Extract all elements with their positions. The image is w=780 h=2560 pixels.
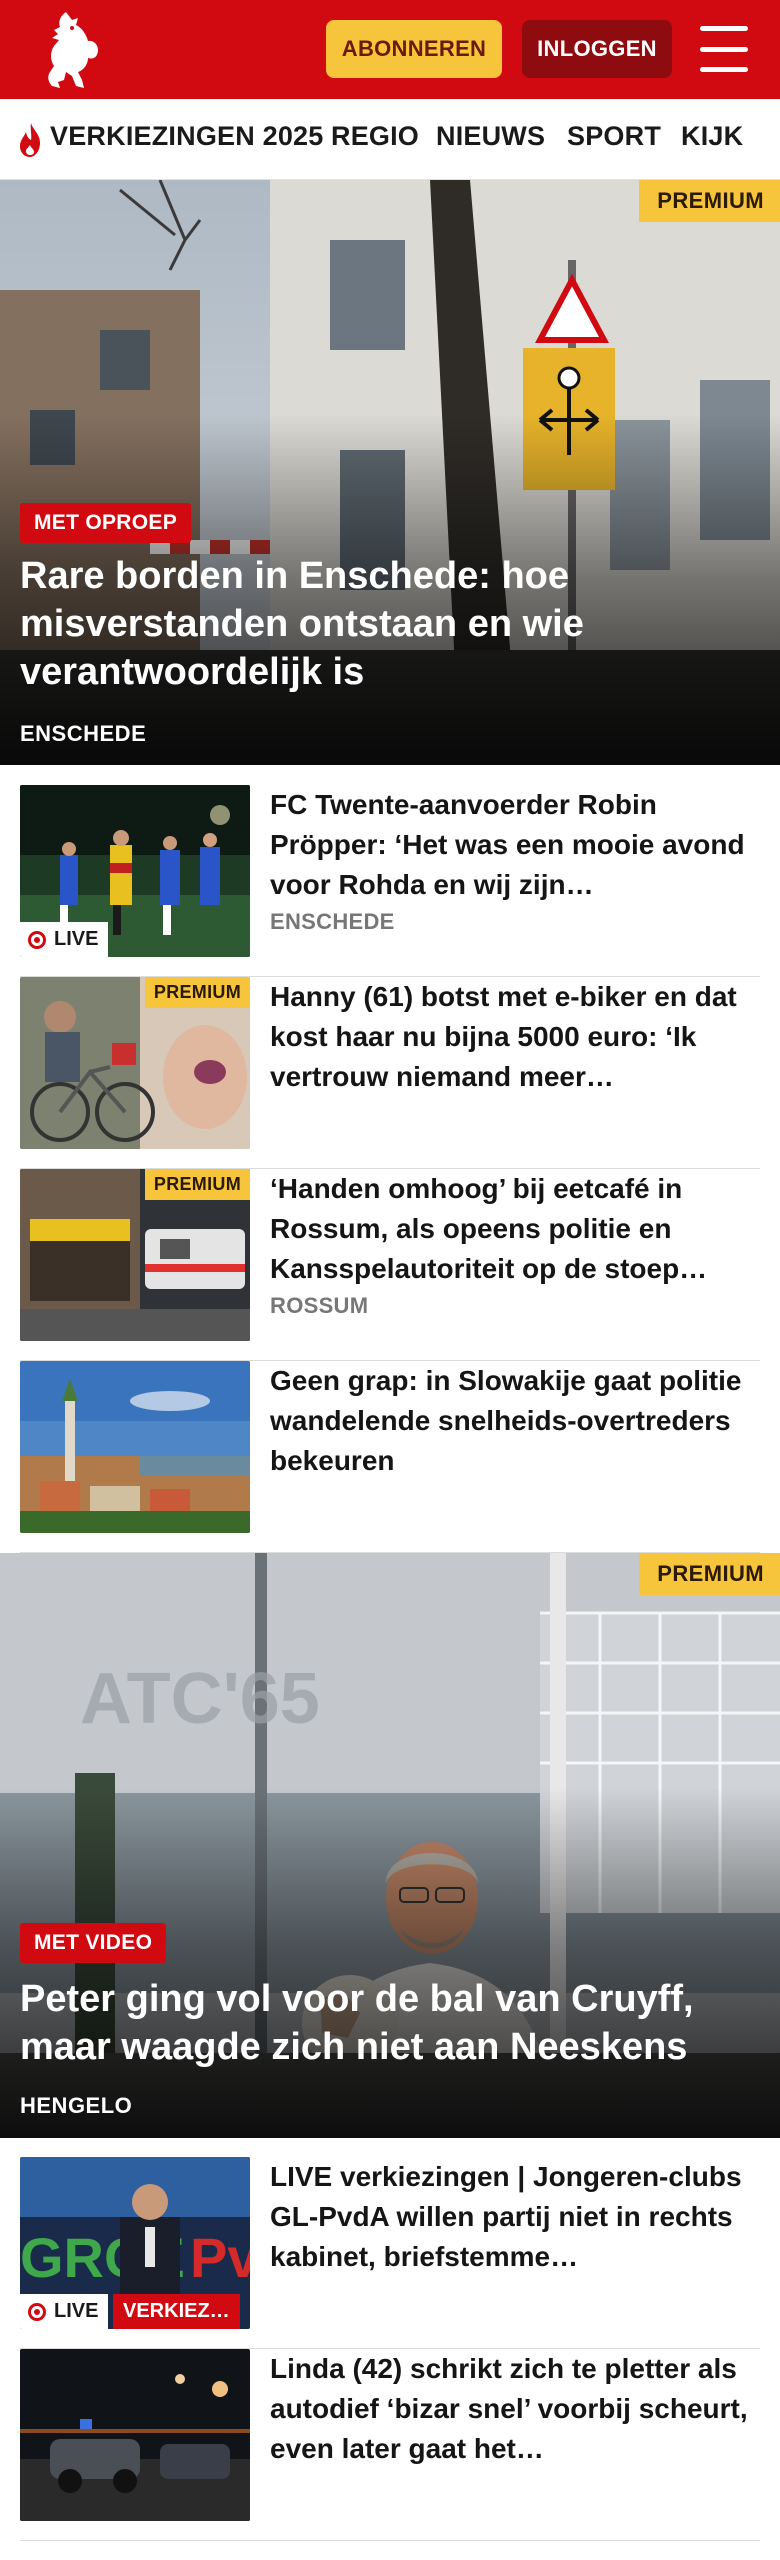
- list-item[interactable]: LIVE FC Twente-aanvoerder Robin Pröpper:…: [20, 785, 760, 977]
- premium-badge: PREMIUM: [639, 1553, 780, 1595]
- hero-tag: MET OPROEP: [20, 503, 192, 543]
- article-thumbnail: LIVE: [20, 785, 250, 957]
- live-label: LIVE: [54, 928, 99, 950]
- subscribe-button[interactable]: ABONNEREN: [326, 20, 502, 78]
- premium-badge: PREMIUM: [144, 1169, 250, 1200]
- nav-item-regio[interactable]: REGIO: [331, 121, 419, 152]
- login-button[interactable]: INLOGGEN: [522, 20, 672, 78]
- premium-badge: PREMIUM: [144, 977, 250, 1008]
- article-thumbnail: [20, 1361, 250, 1533]
- article-thumbnail: GROE Pv LIVE VERKIEZ…: [20, 2157, 250, 2329]
- article-location: ROSSUM: [270, 1293, 369, 1318]
- live-icon: [28, 930, 46, 949]
- svg-text:Pv: Pv: [190, 2226, 250, 2289]
- live-label: LIVE: [54, 2300, 99, 2322]
- article-title[interactable]: Hanny (61) botst met e-biker en dat kost…: [270, 977, 750, 1097]
- hero-title[interactable]: Peter ging vol voor de bal van Cruyff, m…: [20, 1975, 750, 2071]
- article-location: ENSCHEDE: [270, 909, 395, 934]
- hero-location: HENGELO: [20, 2093, 133, 2118]
- nav-item-verkiezingen[interactable]: VERKIEZINGEN 2025: [50, 121, 324, 152]
- menu-icon[interactable]: [700, 26, 752, 72]
- election-tag: VERKIEZ…: [113, 2294, 240, 2329]
- hero-article[interactable]: PREMIUM MET OPROEP Rare borden in Ensche…: [0, 180, 780, 765]
- article-title[interactable]: Linda (42) schrikt zich te pletter als a…: [270, 2349, 750, 2469]
- list-item[interactable]: Geen grap: in Slowakije gaat politie wan…: [20, 1361, 760, 1553]
- article-title[interactable]: FC Twente-aanvoerder Robin Pröpper: ‘Het…: [270, 785, 750, 905]
- hero-title[interactable]: Rare borden in Enschede: hoe misverstand…: [20, 552, 750, 696]
- nav-item-nieuws[interactable]: NIEUWS: [436, 121, 545, 152]
- list-item[interactable]: GROE Pv LIVE VERKIEZ… LIVE verkiezingen …: [20, 2157, 760, 2349]
- article-thumbnail: PREMIUM: [20, 1169, 250, 1341]
- list-item[interactable]: Linda (42) schrikt zich te pletter als a…: [20, 2349, 760, 2541]
- top-header: ABONNEREN INLOGGEN: [0, 0, 780, 99]
- tubantia-horse-logo[interactable]: [38, 8, 108, 92]
- live-icon: [28, 2302, 46, 2321]
- hero-tag: MET VIDEO: [20, 1923, 167, 1963]
- live-badge: LIVE: [20, 922, 109, 957]
- article-title[interactable]: Geen grap: in Slowakije gaat politie wan…: [270, 1361, 750, 1481]
- article-thumbnail: PREMIUM: [20, 977, 250, 1149]
- flame-icon: [20, 123, 40, 157]
- nav-item-sport[interactable]: SPORT: [567, 121, 661, 152]
- svg-text:ATC'65: ATC'65: [80, 1659, 320, 1739]
- section-nav: VERKIEZINGEN 2025 REGIO NIEUWS SPORT KIJ…: [0, 99, 780, 180]
- live-badge: LIVE: [20, 2294, 109, 2329]
- list-item[interactable]: PREMIUM Hanny (61) botst met e-biker en …: [20, 977, 760, 1169]
- hero-article[interactable]: ATC'65 PREMIUM MET VIDEO Peter ging vol …: [0, 1553, 780, 2138]
- list-item[interactable]: PREMIUM ‘Handen omhoog’ bij eetcafé in R…: [20, 1169, 760, 1361]
- article-title[interactable]: LIVE verkiezingen | Jongeren-clubs GL-Pv…: [270, 2157, 750, 2277]
- article-title[interactable]: ‘Handen omhoog’ bij eetcafé in Rossum, a…: [270, 1169, 750, 1289]
- article-thumbnail: [20, 2349, 250, 2521]
- hero-location: ENSCHEDE: [20, 721, 147, 746]
- premium-badge: PREMIUM: [639, 180, 780, 222]
- nav-item-kijk[interactable]: KIJK: [681, 121, 743, 152]
